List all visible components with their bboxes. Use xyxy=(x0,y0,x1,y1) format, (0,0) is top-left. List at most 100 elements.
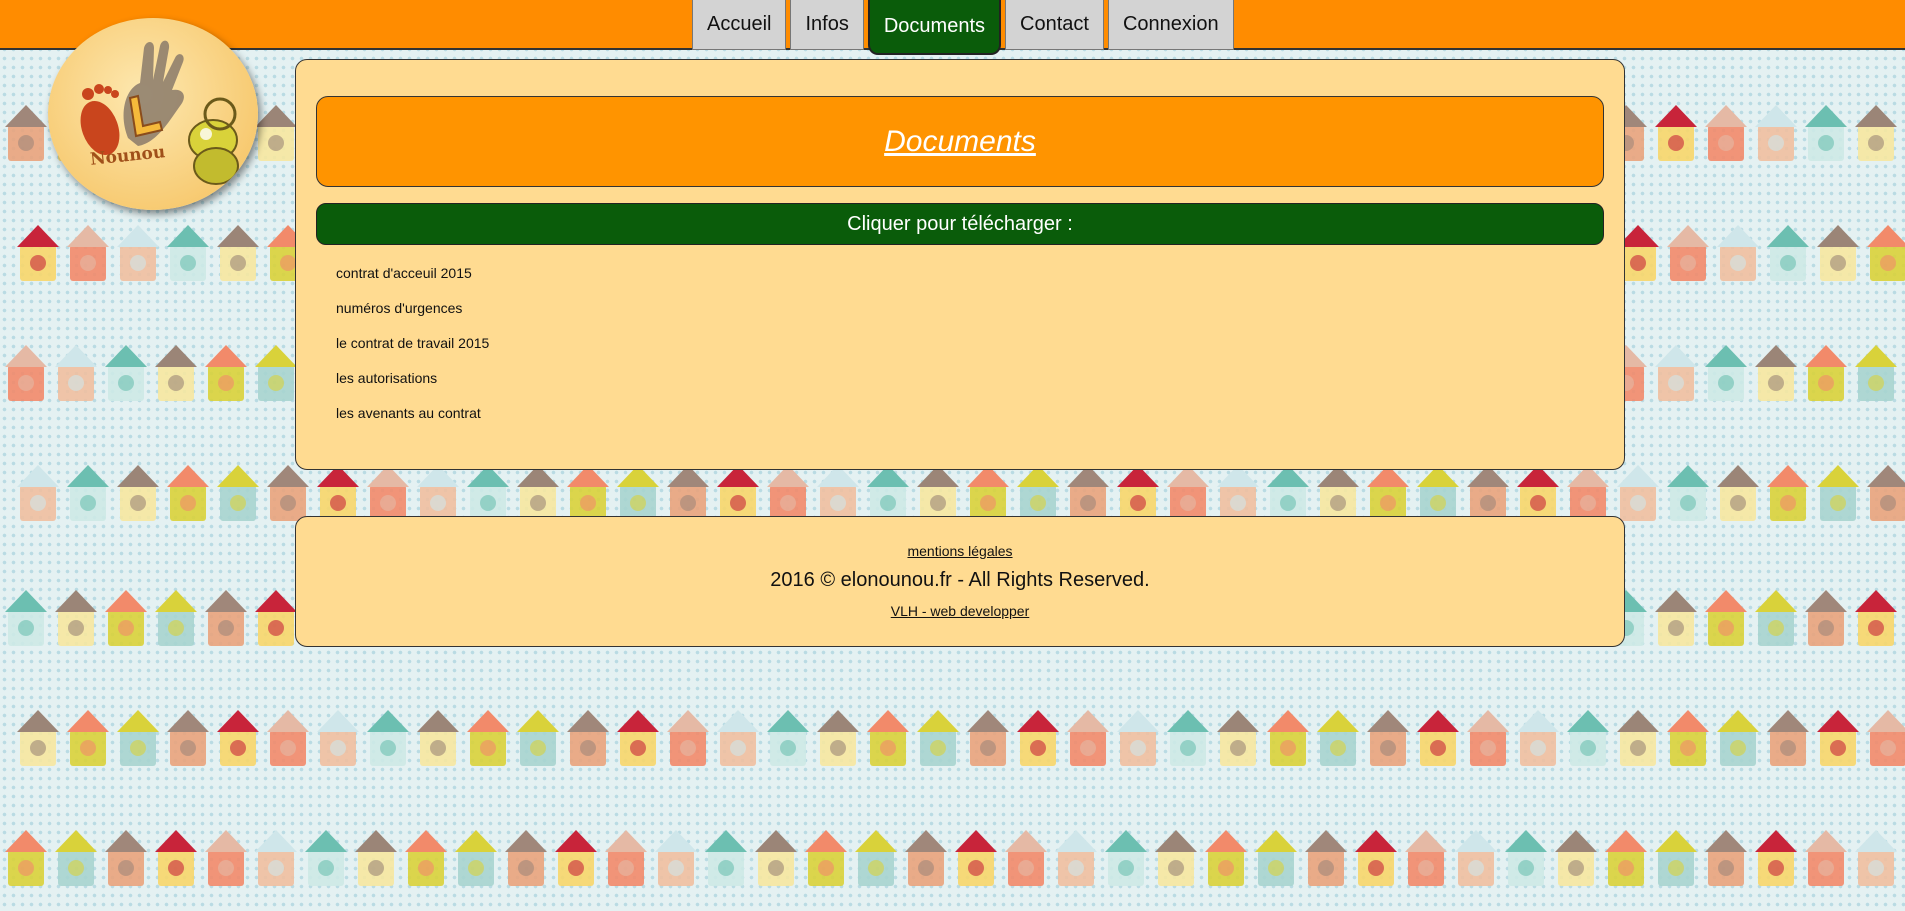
house-decoration xyxy=(1817,465,1859,521)
house-decoration xyxy=(1367,465,1409,521)
house-decoration xyxy=(1667,710,1709,766)
developer-link[interactable]: VLH - web developper xyxy=(296,603,1624,619)
page-title[interactable]: Documents xyxy=(884,125,1036,159)
house-decoration xyxy=(417,710,459,766)
house-decoration xyxy=(1867,710,1905,766)
document-list: contrat d'acceuil 2015 numéros d'urgence… xyxy=(336,263,489,438)
copyright-text: 2016 © elonounou.fr - All Rights Reserve… xyxy=(770,569,1150,591)
house-decoration xyxy=(355,830,397,886)
house-decoration xyxy=(617,710,659,766)
house-decoration xyxy=(1017,710,1059,766)
house-decoration xyxy=(1167,710,1209,766)
house-decoration xyxy=(117,225,159,281)
document-link[interactable]: les avenants au contrat xyxy=(336,403,489,438)
house-decoration xyxy=(1405,830,1447,886)
house-decoration xyxy=(1267,710,1309,766)
house-decoration xyxy=(167,710,209,766)
house-decoration xyxy=(1805,590,1847,646)
house-decoration xyxy=(917,465,959,521)
house-decoration xyxy=(1655,590,1697,646)
house-decoration xyxy=(1255,830,1297,886)
house-decoration xyxy=(1067,465,1109,521)
house-decoration xyxy=(1517,710,1559,766)
house-decoration xyxy=(455,830,497,886)
house-decoration xyxy=(1867,465,1905,521)
house-decoration xyxy=(717,710,759,766)
house-decoration xyxy=(1305,830,1347,886)
house-decoration xyxy=(1555,830,1597,886)
house-decoration xyxy=(255,590,297,646)
house-decoration xyxy=(117,465,159,521)
house-decoration xyxy=(1805,830,1847,886)
house-decoration xyxy=(155,590,197,646)
house-decoration xyxy=(1705,590,1747,646)
house-decoration xyxy=(755,830,797,886)
house-decoration xyxy=(417,465,459,521)
house-decoration xyxy=(1205,830,1247,886)
house-decoration xyxy=(1467,465,1509,521)
nav-documents[interactable]: Documents xyxy=(867,0,1001,55)
document-link[interactable]: numéros d'urgences xyxy=(336,298,489,333)
house-decoration xyxy=(817,710,859,766)
house-decoration xyxy=(1617,710,1659,766)
footer: mentions légales 2016 © elonounou.fr - A… xyxy=(295,516,1625,647)
nav-infos[interactable]: Infos xyxy=(790,0,864,50)
house-decoration xyxy=(1755,830,1797,886)
house-decoration xyxy=(517,710,559,766)
house-decoration xyxy=(1217,465,1259,521)
house-decoration xyxy=(867,465,909,521)
house-decoration xyxy=(217,225,259,281)
house-decoration xyxy=(867,710,909,766)
house-decoration xyxy=(367,710,409,766)
nav-contact[interactable]: Contact xyxy=(1005,0,1104,50)
house-decoration xyxy=(55,830,97,886)
house-decoration xyxy=(1867,225,1905,281)
house-decoration xyxy=(1805,345,1847,401)
house-decoration xyxy=(667,710,709,766)
house-decoration xyxy=(1317,465,1359,521)
house-decoration xyxy=(155,830,197,886)
house-decoration xyxy=(17,225,59,281)
house-decoration xyxy=(1317,710,1359,766)
house-decoration xyxy=(1455,830,1497,886)
legal-notice-link[interactable]: mentions légales xyxy=(296,543,1624,559)
house-decoration xyxy=(967,465,1009,521)
house-decoration xyxy=(817,465,859,521)
documents-panel: Documents Cliquer pour télécharger : con… xyxy=(295,59,1625,470)
house-decoration xyxy=(1655,105,1697,161)
house-decoration xyxy=(5,590,47,646)
house-decoration xyxy=(1567,710,1609,766)
document-link[interactable]: les autorisations xyxy=(336,368,489,403)
site-logo[interactable]: Nounou xyxy=(48,18,258,210)
house-decoration xyxy=(5,105,47,161)
nav-connexion[interactable]: Connexion xyxy=(1107,0,1234,50)
house-decoration xyxy=(167,465,209,521)
house-decoration xyxy=(1705,830,1747,886)
hand-footprint-pacifier-logo-icon xyxy=(80,40,239,185)
house-decoration xyxy=(1417,465,1459,521)
house-decoration xyxy=(317,710,359,766)
house-decoration xyxy=(767,710,809,766)
house-decoration xyxy=(217,710,259,766)
house-decoration xyxy=(955,830,997,886)
house-decoration xyxy=(767,465,809,521)
house-decoration xyxy=(1167,465,1209,521)
house-decoration xyxy=(1755,105,1797,161)
house-decoration xyxy=(467,465,509,521)
house-decoration xyxy=(1005,830,1047,886)
house-decoration xyxy=(5,345,47,401)
house-decoration xyxy=(655,830,697,886)
house-decoration xyxy=(1505,830,1547,886)
house-decoration xyxy=(1105,830,1147,886)
nav-accueil[interactable]: Accueil xyxy=(692,0,787,50)
document-link[interactable]: contrat d'acceuil 2015 xyxy=(336,263,489,298)
house-decoration xyxy=(905,830,947,886)
house-decoration xyxy=(917,710,959,766)
house-decoration xyxy=(705,830,747,886)
house-decoration xyxy=(405,830,447,886)
download-header: Cliquer pour télécharger : xyxy=(316,203,1604,245)
house-decoration xyxy=(105,345,147,401)
document-link[interactable]: le contrat de travail 2015 xyxy=(336,333,489,368)
house-decoration xyxy=(605,830,647,886)
house-decoration xyxy=(1417,710,1459,766)
